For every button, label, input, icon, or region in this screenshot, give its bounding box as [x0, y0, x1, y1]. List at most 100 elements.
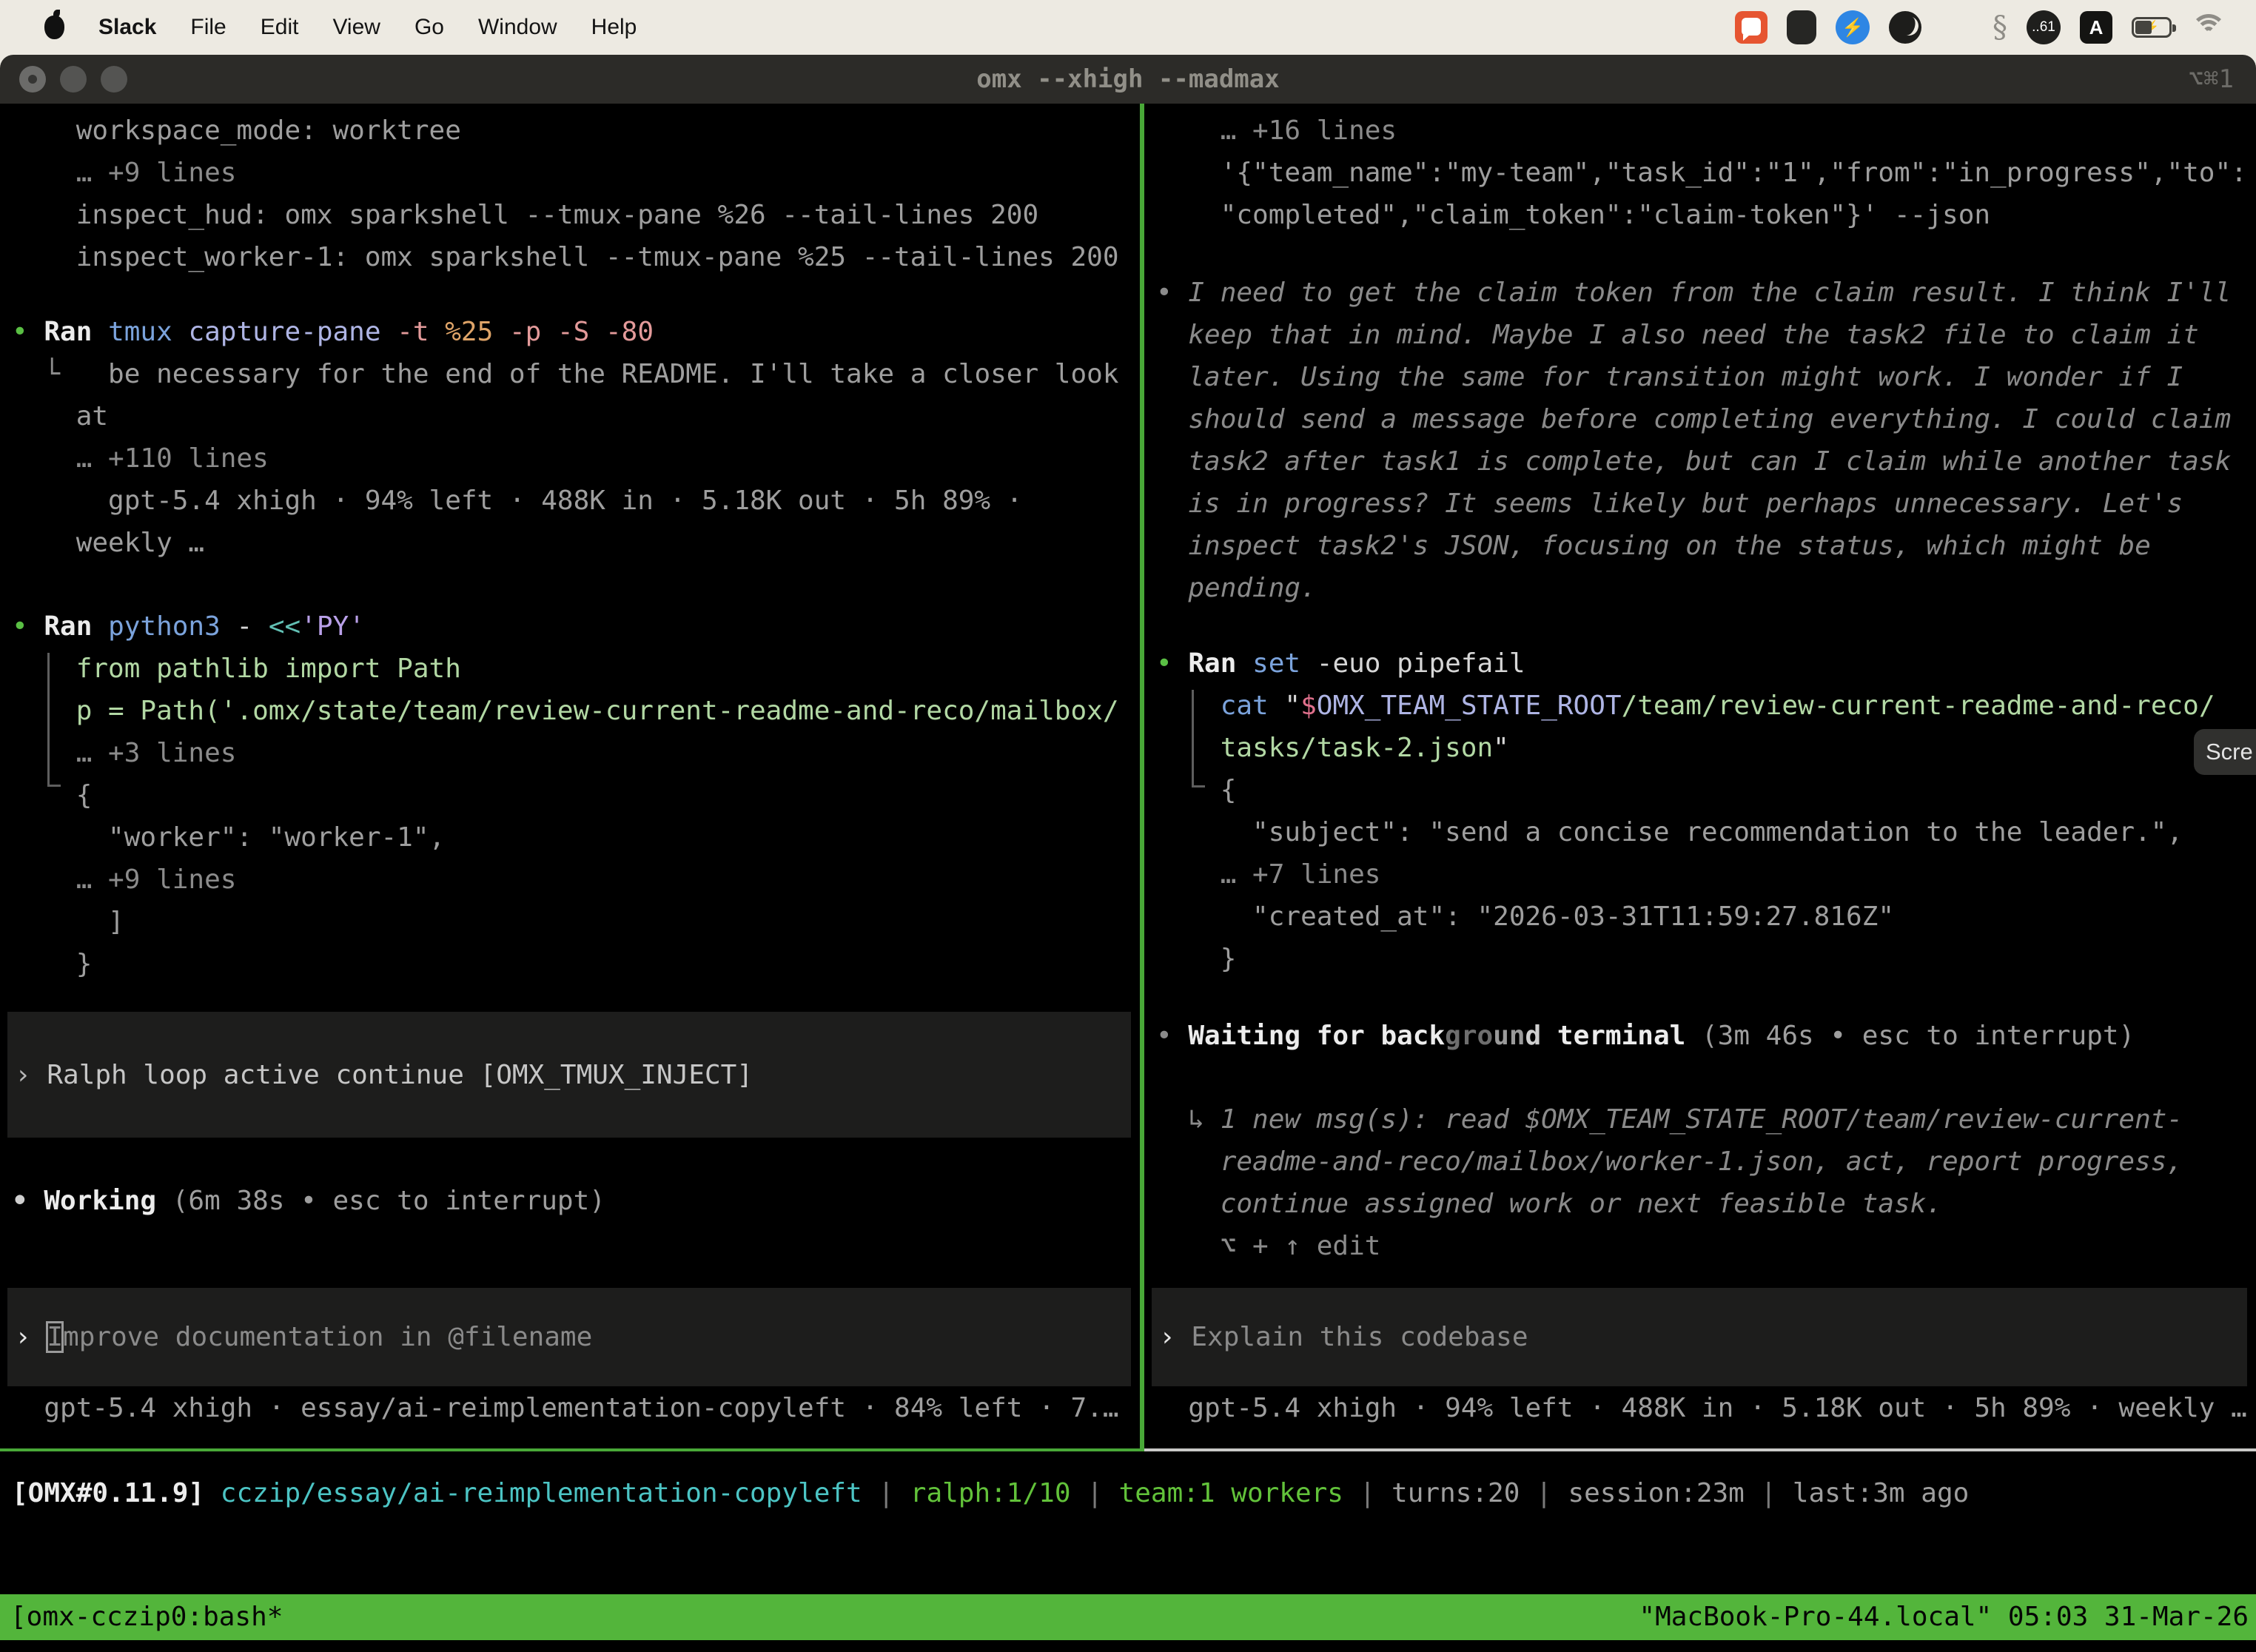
- waiting-line: • Waiting for background terminal (3m 46…: [1156, 1015, 2256, 1057]
- status-bullet-icon: •: [1156, 1021, 1172, 1051]
- menu-bar: Slack File Edit View Go Window Help ⚡ § …: [0, 0, 2256, 55]
- text-cursor[interactable]: I: [47, 1322, 63, 1352]
- left-working-status: • Working (6m 38s • esc to interrupt): [12, 1180, 1140, 1222]
- prompt-caret-icon: ›: [1159, 1322, 1175, 1352]
- tree-connector-line: [47, 653, 50, 786]
- menu-item-go[interactable]: Go: [414, 15, 444, 40]
- battery-icon[interactable]: ⚡: [2132, 17, 2172, 38]
- command-line: cat "$OMX_TEAM_STATE_ROOT/team/review-cu…: [1156, 685, 2256, 727]
- menu-tray: ⚡ § ..61 A ⚡: [1735, 10, 2226, 44]
- working-line: • Working (6m 38s • esc to interrupt): [12, 1180, 1140, 1222]
- tree-connector-line: [1192, 690, 1194, 787]
- command-line: • Ran set -euo pipefail: [1156, 642, 2256, 685]
- thinking-line: later. Using the same for transition mig…: [1156, 356, 2256, 398]
- message-line: continue assigned work or next feasible …: [1156, 1183, 2256, 1225]
- terminal-line: ]: [12, 901, 1140, 943]
- input-source-icon[interactable]: A: [2080, 11, 2112, 44]
- message-line: ↳ 1 new msg(s): read $OMX_TEAM_STATE_ROO…: [1156, 1098, 2256, 1141]
- screen: Slack File Edit View Go Window Help ⚡ § …: [0, 0, 2256, 1652]
- right-waiting-status: • Waiting for background terminal (3m 46…: [1156, 1015, 2256, 1057]
- menu-item-app[interactable]: Slack: [98, 15, 156, 40]
- session-name: cczip/essay/ai-reimplementation-copyleft: [204, 1478, 862, 1508]
- terminal-line: }: [1156, 938, 2256, 980]
- tree-connector-corner: [47, 785, 61, 787]
- tmux-status-bar: [omx-cczip0:bash* "MacBook-Pro-44.local"…: [0, 1594, 2256, 1640]
- terminal-line: {: [1156, 769, 2256, 811]
- disk-usage-icon[interactable]: [1889, 11, 1921, 44]
- terminal-line: gpt-5.4 xhigh · 94% left · 488K in · 5.1…: [12, 480, 1140, 522]
- keypad-shield-icon[interactable]: [1787, 10, 1816, 44]
- right-command-cat: • Ran set -euo pipefail cat "$OMX_TEAM_S…: [1156, 642, 2256, 980]
- squiggle-icon[interactable]: §: [1993, 10, 2007, 44]
- dots-grid-icon[interactable]: [1941, 11, 1973, 44]
- terminal-line: workspace_mode: worktree: [12, 110, 1140, 152]
- tmux-session-window[interactable]: [omx-cczip0:bash*: [10, 1594, 283, 1640]
- badge-61-icon[interactable]: ..61: [2027, 10, 2061, 44]
- terminal-line: "created_at": "2026-03-31T11:59:27.816Z": [1156, 896, 2256, 938]
- terminal-line: {: [12, 774, 1140, 816]
- run-bullet-icon: •: [12, 317, 28, 347]
- terminal-line: p = Path('.omx/state/team/review-current…: [12, 690, 1140, 732]
- left-command-tmux: • Ran tmux capture-pane -t %25 -p -S -80…: [12, 311, 1140, 564]
- right-pane-status: gpt-5.4 xhigh · 94% left · 488K in · 5.1…: [1156, 1387, 2256, 1429]
- left-command-python: • Ran python3 - <<'PY' from pathlib impo…: [12, 605, 1140, 985]
- terminal-line: }: [12, 943, 1140, 985]
- terminal-line: "completed","claim_token":"claim-token"}…: [1156, 194, 2256, 236]
- last-activity: last:3m ago: [1793, 1478, 1969, 1508]
- pane-left: workspace_mode: worktree … +9 lines insp…: [0, 104, 1140, 1448]
- terminal-line: … +9 lines: [12, 859, 1140, 901]
- window-title-bar: omx --xhigh --madmax ⌥⌘1: [0, 55, 2256, 104]
- version-badge: [OMX#0.11.9]: [12, 1478, 204, 1508]
- wifi-icon[interactable]: [2191, 14, 2226, 41]
- turns-counter: turns:20: [1391, 1478, 1520, 1508]
- menu-item-window[interactable]: Window: [478, 15, 557, 40]
- prompt-line: › Improve documentation in @filename: [15, 1316, 592, 1358]
- thought-bullet-icon: •: [1156, 278, 1172, 308]
- omx-status-line: [OMX#0.11.9] cczip/essay/ai-reimplementa…: [12, 1472, 2256, 1514]
- terminal-line: at: [12, 395, 1140, 437]
- menu-item-file[interactable]: File: [190, 15, 226, 40]
- thinking-line: should send a message before completing …: [1156, 398, 2256, 440]
- terminal-line: └ be necessary for the end of the README…: [12, 353, 1140, 395]
- right-output-top: … +16 lines '{"team_name":"my-team","tas…: [1156, 110, 2256, 236]
- terminal-line: … +9 lines: [12, 152, 1140, 194]
- menu-left: Slack File Edit View Go Window Help: [44, 15, 637, 40]
- model-status-line: gpt-5.4 xhigh · essay/ai-reimplementatio…: [12, 1387, 1140, 1429]
- apple-icon[interactable]: [44, 16, 64, 39]
- terminal-line: inspect_worker-1: omx sparkshell --tmux-…: [12, 236, 1140, 278]
- terminal-line: inspect_hud: omx sparkshell --tmux-pane …: [12, 194, 1140, 236]
- run-bullet-icon: •: [1156, 648, 1172, 679]
- edit-hint: ⌥ + ↑ edit: [1156, 1225, 2256, 1267]
- right-thinking-block: • I need to get the claim token from the…: [1156, 272, 2256, 609]
- terminal-line: weekly …: [12, 522, 1140, 564]
- window-title: omx --xhigh --madmax: [0, 55, 2256, 104]
- terminal-line: "worker": "worker-1",: [12, 816, 1140, 859]
- terminal-line: … +7 lines: [1156, 853, 2256, 896]
- screen-record-icon[interactable]: [1735, 11, 1767, 44]
- thinking-line: task2 after task1 is complete, but can I…: [1156, 440, 2256, 483]
- tree-connector-corner: [1192, 785, 1205, 788]
- command-line: • Ran python3 - <<'PY': [12, 605, 1140, 648]
- thinking-line: is in progress? It seems likely but perh…: [1156, 483, 2256, 525]
- tmux-host-clock: "MacBook-Pro-44.local" 05:03 31-Mar-26: [1639, 1594, 2249, 1640]
- prompt-line: › Explain this codebase: [1159, 1316, 1528, 1358]
- window-shortcut: ⌥⌘1: [2189, 55, 2234, 104]
- terminal-line: '{"team_name":"my-team","task_id":"1","f…: [1156, 152, 2256, 194]
- session-duration: session:23m: [1568, 1478, 1744, 1508]
- prompt-caret-icon: ›: [15, 1322, 47, 1352]
- bolt-icon[interactable]: ⚡: [1836, 10, 1870, 44]
- inject-line: › Ralph loop active continue [OMX_TMUX_I…: [15, 1054, 753, 1096]
- pane-border-bottom-left: [0, 1448, 1140, 1451]
- left-inject-banner[interactable]: › Ralph loop active continue [OMX_TMUX_I…: [7, 1012, 1131, 1138]
- menu-item-edit[interactable]: Edit: [261, 15, 299, 40]
- menu-item-help[interactable]: Help: [591, 15, 637, 40]
- thinking-line: pending.: [1156, 567, 2256, 609]
- status-bullet-icon: •: [12, 1186, 28, 1216]
- terminal-line: from pathlib import Path: [12, 648, 1140, 690]
- left-prompt-input[interactable]: › Improve documentation in @filename: [7, 1288, 1131, 1386]
- menu-item-view[interactable]: View: [332, 15, 380, 40]
- model-status-line: gpt-5.4 xhigh · 94% left · 488K in · 5.1…: [1156, 1387, 2256, 1429]
- chevron-icon: ›: [15, 1060, 31, 1090]
- screen-tooltip[interactable]: Scre: [2194, 729, 2256, 775]
- right-prompt-input[interactable]: › Explain this codebase: [1152, 1288, 2247, 1386]
